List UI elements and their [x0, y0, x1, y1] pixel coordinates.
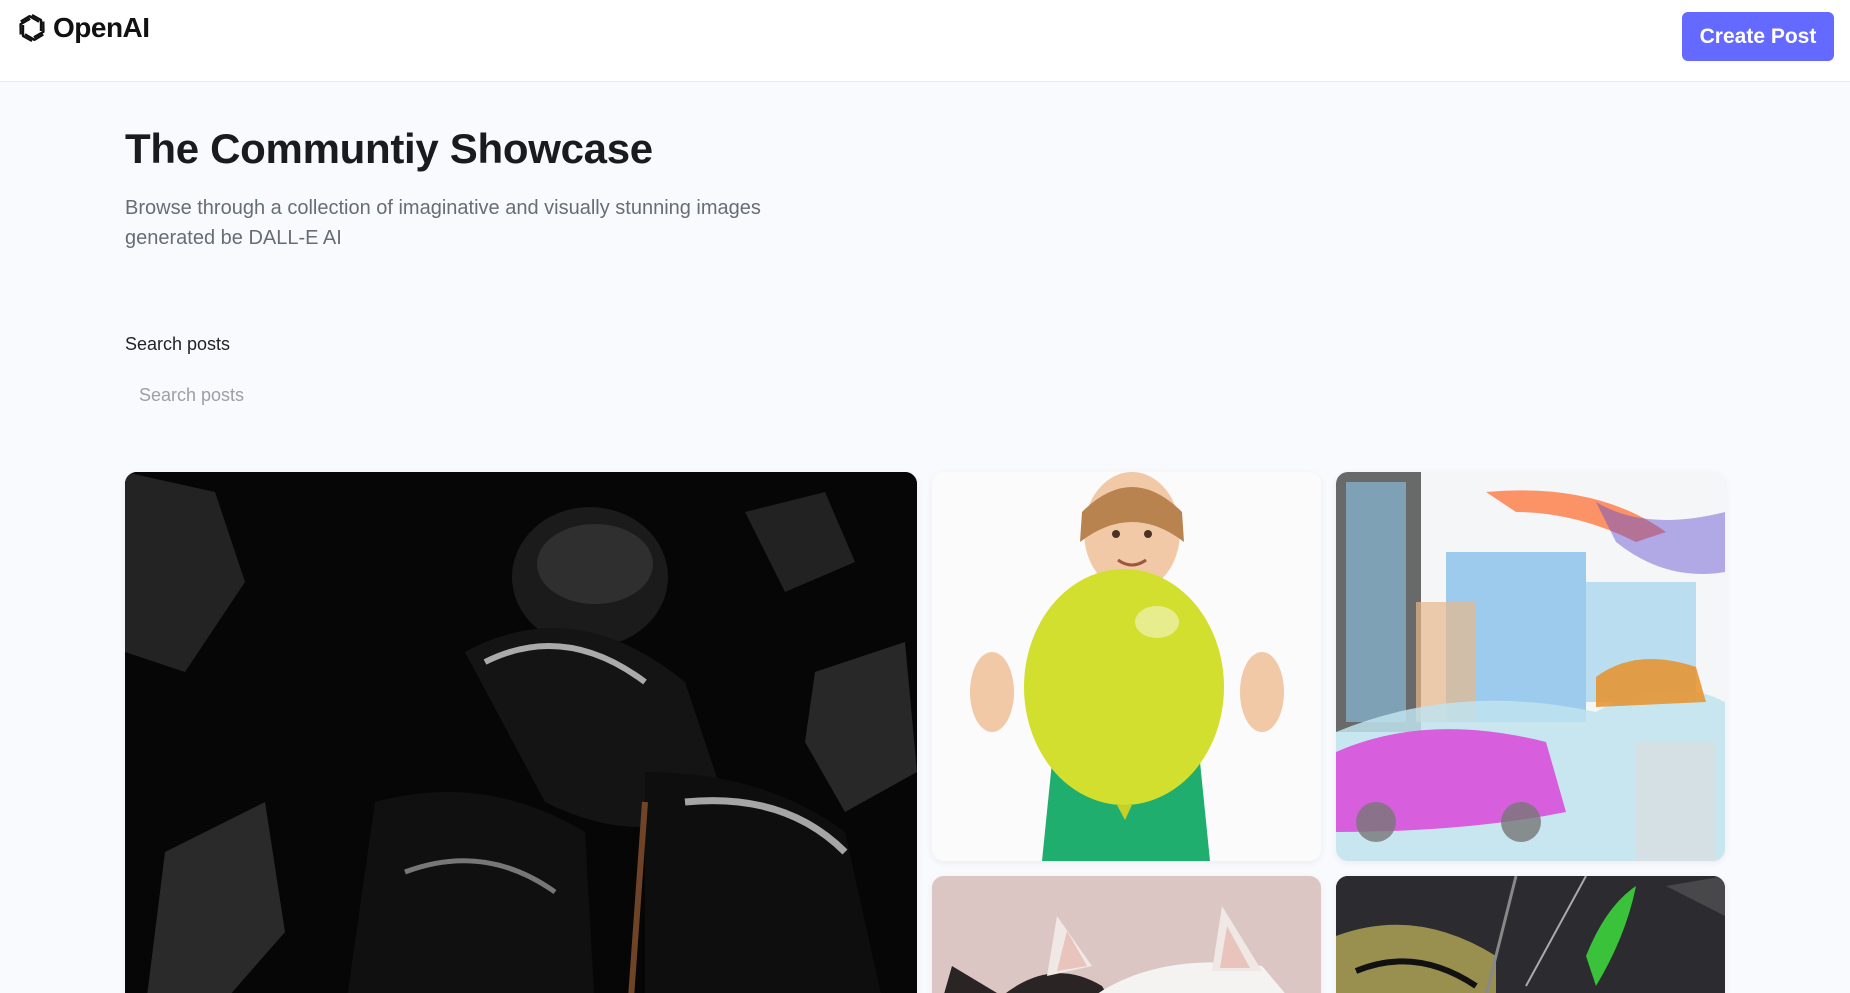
- black-robot-image: [125, 472, 917, 993]
- colored-pencil-city-cars-image: [1336, 472, 1725, 861]
- openai-logo-link[interactable]: OpenAI: [14, 10, 150, 46]
- post-card-fantasy[interactable]: [1336, 876, 1725, 993]
- child-with-yellow-balloon-image: [932, 472, 1321, 861]
- top-navbar: OpenAI Create Post: [0, 0, 1850, 82]
- search-label: Search posts: [125, 334, 231, 354]
- post-card-robot[interactable]: [125, 472, 917, 993]
- openai-logo-icon: [14, 10, 50, 46]
- logo-text: OpenAI: [53, 12, 150, 43]
- dark-fantasy-green-flame-image: [1336, 876, 1725, 993]
- create-post-button[interactable]: Create Post: [1682, 12, 1834, 61]
- page-subtitle: Browse through a collection of imaginati…: [125, 197, 761, 249]
- white-cat-image: [932, 876, 1321, 993]
- page-title: The Communtiy Showcase: [125, 125, 653, 172]
- post-card-balloon[interactable]: [932, 472, 1321, 861]
- post-card-sketch-city[interactable]: [1336, 472, 1725, 861]
- search-input[interactable]: [125, 375, 1725, 415]
- post-card-cat[interactable]: [932, 876, 1321, 993]
